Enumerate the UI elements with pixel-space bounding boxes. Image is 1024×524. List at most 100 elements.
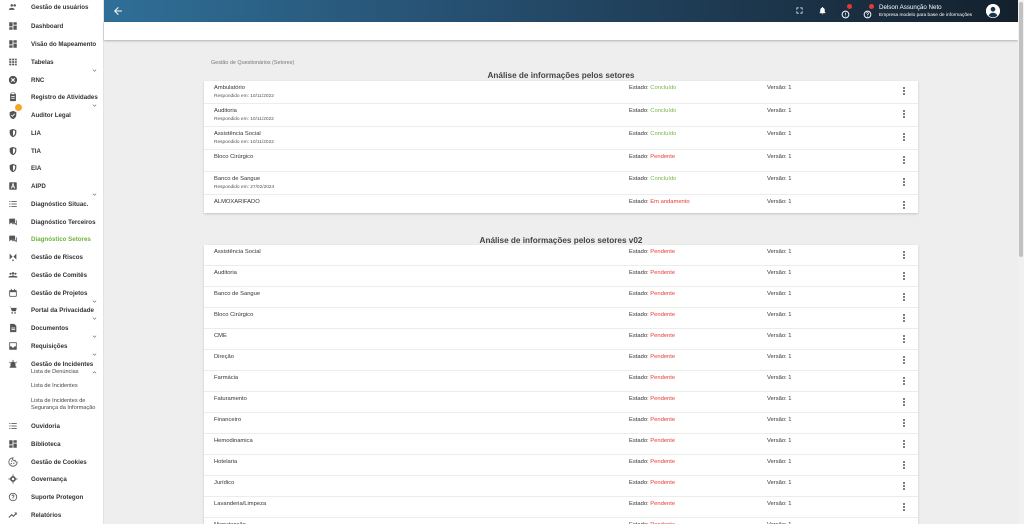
version-field: Versão: 1 (767, 438, 792, 444)
sidebar-item-gestao-de-comites[interactable]: Gestão de Comitês (0, 267, 103, 284)
more-vert-icon[interactable] (902, 482, 906, 491)
more-vert-icon[interactable] (902, 110, 906, 119)
more-vert-icon[interactable] (902, 503, 906, 512)
sidebar-item-gestao-de-cookies[interactable]: Gestão de Cookies (0, 454, 103, 471)
version-field: Versão: 1 (767, 154, 792, 160)
sidebar-item-label: Diagnóstico Situac. (31, 201, 89, 208)
page-scrollbar[interactable] (1018, 0, 1024, 524)
sidebar-subitem-lista-de-incidentes-de-seguran[interactable]: Lista de Incidentes de Segurança da Info… (31, 398, 101, 412)
more-vert-icon[interactable] (902, 461, 906, 470)
more-vert-icon[interactable] (902, 398, 906, 407)
state-label: Estado: (629, 131, 649, 137)
help-button[interactable] (863, 4, 874, 19)
version-field: Versão: 1 (767, 176, 792, 182)
sector-name: Banco de Sangue (214, 176, 261, 182)
fullscreen-icon[interactable] (795, 6, 804, 15)
more-vert-icon[interactable] (902, 133, 906, 142)
sidebar-item-relatorios[interactable]: Relatórios (0, 507, 103, 524)
more-vert-icon[interactable] (902, 335, 906, 344)
version-field: Versão: 1 (767, 480, 792, 486)
list-item[interactable]: Bloco Cirúrgico Estado: Pendente Versão: 1 (204, 308, 918, 329)
version-field: Versão: 1 (767, 199, 792, 205)
list-item[interactable]: Assistência Social Respondido em: 10/11/2… (204, 127, 918, 150)
list-item[interactable]: Financeiro Estado: Pendente Versão: 1 (204, 413, 918, 434)
state-label: Estado: (629, 108, 649, 114)
sidebar-item-suporte-protegon[interactable]: Suporte Protegon (0, 489, 103, 506)
sidebar-item-lia[interactable]: LIA (0, 125, 103, 142)
list-item[interactable]: Direção Estado: Pendente Versão: 1 (204, 350, 918, 371)
list-item[interactable]: Ambulatório Respondido em: 10/11/2022 Esta… (204, 81, 918, 104)
list-item[interactable]: Banco de Sangue Estado: Pendente Versão: 1 (204, 287, 918, 308)
sidebar-item-aipd[interactable]: AIPD (0, 178, 103, 196)
list-item[interactable]: Banco de Sangue Respondido em: 27/02/2024… (204, 172, 918, 195)
more-vert-icon[interactable] (902, 293, 906, 302)
sidebar-item-diagnostico-situac[interactable]: Diagnóstico Situac. (0, 196, 103, 213)
sidebar-item-gestao-de-usuarios[interactable]: Gestão de usuários (0, 0, 103, 16)
state-label: Estado: (629, 199, 649, 205)
sidebar-item-diagnostico-terceiros[interactable]: Diagnóstico Terceiros (0, 214, 103, 231)
more-vert-icon[interactable] (902, 251, 906, 260)
more-vert-icon[interactable] (902, 178, 906, 187)
more-vert-icon[interactable] (902, 440, 906, 449)
sidebar-item-portal-da-privacidade[interactable]: Portal da Privacidade (0, 302, 103, 320)
list-item[interactable]: Auditoria Respondido em: 10/11/2022 Estado… (204, 104, 918, 127)
version-value: 1 (788, 396, 792, 402)
sidebar-item-biblioteca[interactable]: Biblioteca (0, 436, 103, 453)
back-arrow-icon[interactable] (112, 5, 124, 17)
sidebar-subitem-lista-de-denuncias[interactable]: Lista de Denúncias (31, 369, 101, 376)
list-item[interactable]: Jurídico Estado: Pendente Versão: 1 (204, 476, 918, 497)
sidebar-item-visao-do-mapeamento[interactable]: Visão do Mapeamento (0, 36, 103, 53)
more-vert-icon[interactable] (902, 156, 906, 165)
status-badge: Pendente (650, 375, 676, 381)
answered-date: Respondido em: 10/11/2022 (214, 140, 274, 145)
status-badge: Pendente (650, 501, 676, 507)
status-badge: Pendente (650, 438, 676, 444)
list-item[interactable]: Faturamento Estado: Pendente Versão: 1 (204, 392, 918, 413)
more-vert-icon[interactable] (902, 272, 906, 281)
sidebar-item-documentos[interactable]: Documentos (0, 320, 103, 338)
sidebar-item-ouvidoria[interactable]: Ouvidoria (0, 418, 103, 435)
sidebar-item-requisicoes[interactable]: Requisições (0, 338, 103, 356)
version-value: 1 (788, 131, 792, 137)
list-item[interactable]: ManutençãoEstado: PendenteVersão: 1 (204, 518, 918, 524)
shield-icon (9, 163, 17, 173)
sidebar-item-auditor-legal[interactable]: Auditor Legal (0, 104, 103, 124)
more-vert-icon[interactable] (902, 201, 906, 210)
sidebar-subitem-lista-de-incidentes[interactable]: Lista de Incidentes (31, 383, 101, 390)
sidebar-item-eia[interactable]: EIA (0, 160, 103, 177)
list-item[interactable]: Hotelaria Estado: Pendente Versão: 1 (204, 455, 918, 476)
sidebar-item-label: Governança (31, 476, 67, 483)
more-vert-icon[interactable] (902, 419, 906, 428)
user-avatar-icon (986, 4, 1000, 18)
alert-circle-button[interactable] (841, 4, 852, 19)
sidebar-item-gestao-de-riscos[interactable]: Gestão de Riscos (0, 249, 103, 266)
user-name[interactable]: Delson Assunção Neto (879, 4, 942, 11)
sidebar-item-tabelas[interactable]: Tabelas (0, 54, 103, 72)
more-vert-icon[interactable] (902, 356, 906, 365)
sector-name: Assistência Social (214, 249, 261, 255)
list-item[interactable]: Bloco Cirúrgico Estado: Pendente Versão: 1 (204, 150, 918, 172)
more-vert-icon[interactable] (902, 314, 906, 323)
list-item[interactable]: Lavanderia/Limpeza Estado: Pendente Versão… (204, 497, 918, 518)
sidebar-item-gestao-de-projetos[interactable]: Gestão de Projetos (0, 285, 103, 303)
version-label: Versão: (767, 438, 787, 444)
list-item[interactable]: Assistência Social Estado: Pendente Versão… (204, 245, 918, 266)
sidebar-item-registro-de-atividades[interactable]: Registro de Atividades (0, 89, 103, 107)
sidebar-item-rnc[interactable]: RNC (0, 72, 103, 89)
sidebar-item-dashboard[interactable]: Dashboard (0, 18, 103, 35)
avatar[interactable] (986, 4, 1000, 18)
bell-icon[interactable] (818, 6, 827, 15)
list-item[interactable]: Farmácia Estado: Pendente Versão: 1 (204, 371, 918, 392)
more-vert-icon[interactable] (902, 87, 906, 96)
sidebar-item-tia[interactable]: TIA (0, 143, 103, 160)
sidebar-item-diagnostico-setores[interactable]: Diagnóstico Setores (0, 231, 103, 248)
list-item[interactable]: CME Estado: Pendente Versão: 1 (204, 329, 918, 350)
list-item[interactable]: Auditoria Estado: Pendente Versão: 1 (204, 266, 918, 287)
version-field: Versão: 1 (767, 375, 792, 381)
status-badge: Concluído (650, 85, 677, 91)
more-vert-icon[interactable] (902, 377, 906, 386)
sidebar-item-governanca[interactable]: Governança (0, 471, 103, 488)
list-item[interactable]: Hemodinamica Estado: Pendente Versão: 1 (204, 434, 918, 455)
list-item[interactable]: ALMOXARIFADO Estado: Em andamento Versão: … (204, 195, 918, 217)
scrollbar-thumb[interactable] (1019, 2, 1023, 257)
